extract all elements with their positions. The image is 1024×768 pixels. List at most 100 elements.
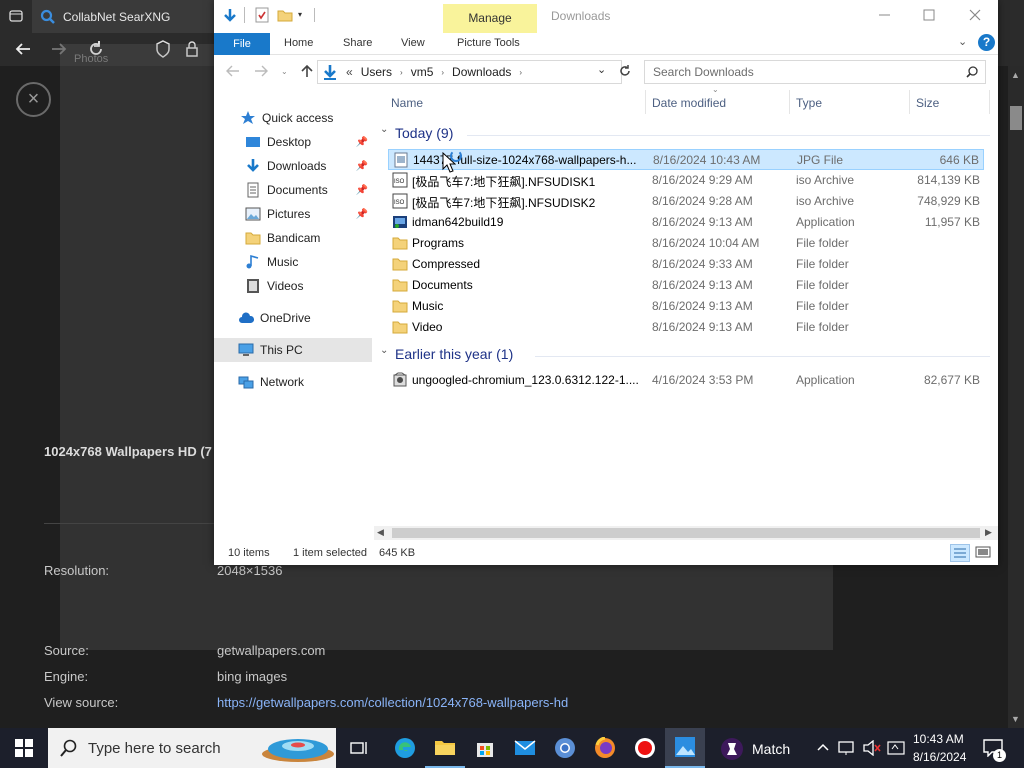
scroll-up-icon[interactable]: ▲ <box>1011 70 1020 80</box>
firefox-icon[interactable] <box>585 728 625 768</box>
up-folder-icon[interactable] <box>300 64 314 78</box>
show-hidden-icons[interactable] <box>816 740 830 754</box>
file-row[interactable]: Music 8/16/2024 9:13 AM File folder <box>388 296 984 317</box>
address-segment-vm5[interactable]: vm5 <box>411 65 434 79</box>
collapse-group-icon[interactable]: ⌄ <box>380 345 388 356</box>
folder-icon <box>245 232 261 245</box>
nav-videos[interactable]: Videos <box>214 274 372 298</box>
properties-icon[interactable] <box>255 7 269 23</box>
horizontal-scroll-thumb[interactable] <box>392 528 980 538</box>
windows-start-icon[interactable] <box>4 728 44 768</box>
premier-league-icon[interactable] <box>720 737 744 761</box>
collapse-group-icon[interactable]: ⌄ <box>380 124 388 135</box>
scroll-down-icon[interactable]: ▼ <box>1011 714 1020 724</box>
column-header-name[interactable]: Name <box>391 96 423 110</box>
nav-back-icon[interactable] <box>226 65 240 77</box>
divider <box>44 523 224 524</box>
tab-file[interactable]: File <box>214 33 270 55</box>
file-row[interactable]: Compressed 8/16/2024 9:33 AM File folder <box>388 254 984 275</box>
nav-network[interactable]: Network <box>214 370 372 394</box>
recent-locations-icon[interactable]: ⌄ <box>281 67 288 76</box>
file-size: 814,139 KB <box>917 173 980 187</box>
customize-qat-icon[interactable]: ▾ <box>298 10 302 19</box>
column-header-date[interactable]: Date modified <box>652 96 726 110</box>
tab-home[interactable]: Home <box>284 37 313 49</box>
photos-app-icon[interactable] <box>665 728 705 768</box>
quick-access-down-icon[interactable] <box>222 7 238 23</box>
close-viewer-button[interactable]: × <box>16 82 51 117</box>
address-dropdown-icon[interactable]: ⌄ <box>597 63 606 76</box>
volume-muted-icon[interactable] <box>862 740 882 756</box>
nav-label: Music <box>267 255 299 269</box>
minimize-icon[interactable] <box>878 6 892 22</box>
group-header-today[interactable]: Today (9) <box>395 125 453 141</box>
tab-view[interactable]: View <box>401 37 425 49</box>
page-scroll-thumb[interactable] <box>1010 106 1022 130</box>
nav-downloads[interactable]: Downloads 📌 <box>214 154 372 178</box>
file-row[interactable]: Video 8/16/2024 9:13 AM File folder <box>388 317 984 338</box>
nav-music[interactable]: Music <box>214 250 372 274</box>
chevron-right-icon[interactable]: › <box>519 68 522 77</box>
new-folder-icon[interactable] <box>277 8 293 22</box>
column-divider[interactable] <box>909 90 910 114</box>
refresh-icon[interactable] <box>618 64 632 78</box>
nav-bandicam[interactable]: Bandicam <box>214 226 372 250</box>
taskbar-search-box[interactable]: Type here to search <box>48 728 336 768</box>
page-scrollbar[interactable] <box>1008 66 1024 728</box>
search-input[interactable]: Search Downloads <box>644 60 986 84</box>
chromium-icon[interactable] <box>545 728 585 768</box>
file-row[interactable]: 144377-full-size-1024x768-wallpapers-h..… <box>388 149 984 170</box>
column-divider[interactable] <box>789 90 790 114</box>
match-label[interactable]: Match <box>752 741 790 757</box>
mail-icon[interactable] <box>505 728 545 768</box>
nav-documents[interactable]: Documents 📌 <box>214 178 372 202</box>
tab-picture-tools[interactable]: Picture Tools <box>457 37 520 49</box>
expand-ribbon-icon[interactable]: ⌄ <box>958 35 967 48</box>
store-icon[interactable] <box>465 728 505 768</box>
file-row[interactable]: Documents 8/16/2024 9:13 AM File folder <box>388 275 984 296</box>
scroll-left-icon[interactable]: ◀ <box>377 527 384 538</box>
nav-pictures[interactable]: Pictures 📌 <box>214 202 372 226</box>
keyboard-tray-icon[interactable] <box>887 740 905 756</box>
file-explorer-icon[interactable] <box>425 728 465 768</box>
column-divider[interactable] <box>645 90 646 114</box>
edge-icon[interactable] <box>385 728 425 768</box>
clock-time[interactable]: 10:43 AM <box>913 732 964 746</box>
task-view-icon[interactable] <box>340 728 380 768</box>
nav-forward-icon[interactable] <box>254 65 268 77</box>
group-header-earlier[interactable]: Earlier this year (1) <box>395 346 513 362</box>
file-row[interactable]: ISO [极品飞车7:地下狂飙].NFSUDISK2 8/16/2024 9:28 … <box>388 191 984 212</box>
file-row[interactable]: idman642build19 8/16/2024 9:13 AM Applicat… <box>388 212 984 233</box>
tab-manage[interactable]: Manage <box>443 4 537 33</box>
screen-recorder-icon[interactable] <box>625 728 665 768</box>
nav-desktop[interactable]: Desktop 📌 <box>214 130 372 154</box>
address-segment-downloads[interactable]: Downloads <box>452 65 511 79</box>
address-overflow[interactable]: « <box>346 65 353 79</box>
close-window-icon[interactable] <box>969 9 981 21</box>
nav-quick-access[interactable]: Quick access <box>214 106 372 130</box>
chevron-right-icon[interactable]: › <box>400 68 403 77</box>
file-row[interactable]: ungoogled-chromium_123.0.6312.122-1.... 4… <box>388 370 984 391</box>
tab-actions-icon[interactable] <box>8 8 24 24</box>
file-row[interactable]: ISO [极品飞车7:地下狂飙].NFSUDISK1 8/16/2024 9:29 … <box>388 170 984 191</box>
large-icons-view-icon[interactable] <box>975 545 991 559</box>
details-view-icon[interactable] <box>950 544 970 562</box>
chevron-right-icon[interactable]: › <box>441 68 444 77</box>
column-header-type[interactable]: Type <box>796 96 822 110</box>
network-tray-icon[interactable] <box>838 740 856 756</box>
view-source-link[interactable]: https://getwallpapers.com/collection/102… <box>217 695 568 710</box>
nav-onedrive[interactable]: OneDrive <box>214 306 372 330</box>
nav-this-pc[interactable]: This PC <box>214 338 372 362</box>
tab-share[interactable]: Share <box>343 37 372 49</box>
clock-date[interactable]: 8/16/2024 <box>913 750 966 764</box>
help-icon[interactable]: ? <box>978 34 995 51</box>
back-icon[interactable] <box>14 41 32 57</box>
scroll-right-icon[interactable]: ▶ <box>985 527 992 538</box>
column-divider[interactable] <box>989 90 990 114</box>
file-row[interactable]: Programs 8/16/2024 10:04 AM File folder <box>388 233 984 254</box>
address-bar[interactable]: « Users › vm5 › Downloads › ⌄ <box>317 60 622 84</box>
address-segment-users[interactable]: Users <box>361 65 392 79</box>
column-header-size[interactable]: Size <box>916 96 939 110</box>
browser-tab[interactable]: CollabNet SearXNG <box>32 0 214 33</box>
maximize-icon[interactable] <box>923 9 935 21</box>
